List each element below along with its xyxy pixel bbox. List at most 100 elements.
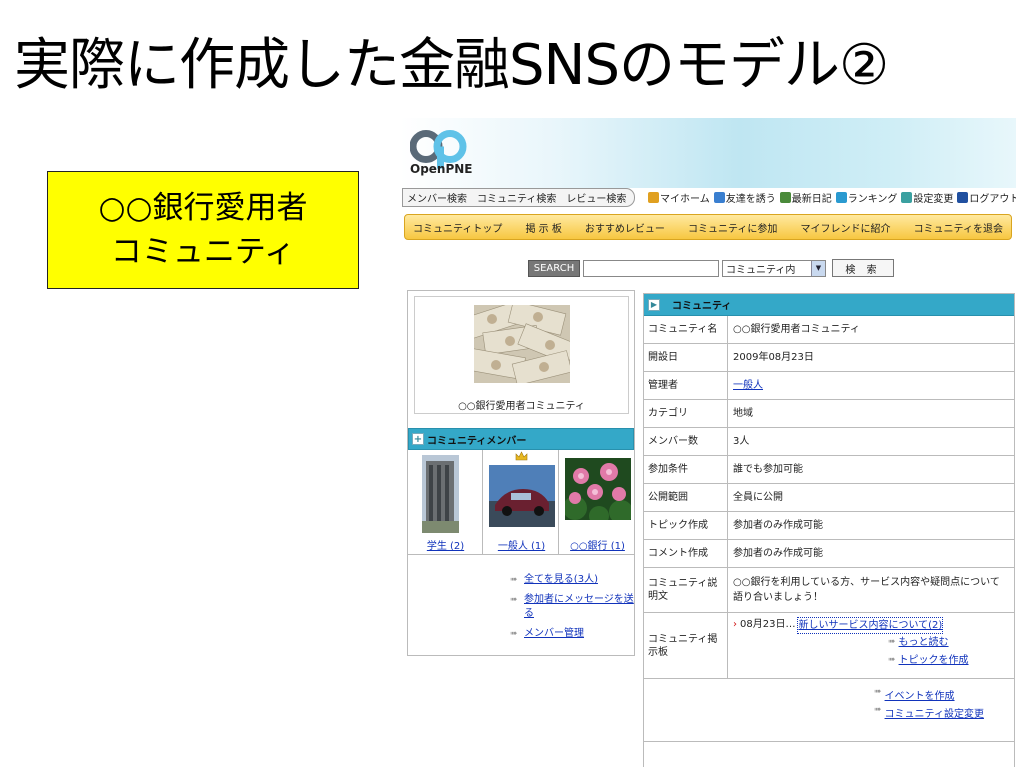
member-name-link[interactable]: 一般人 (1): [484, 537, 559, 552]
info-key: コメント作成: [644, 540, 728, 567]
info-key: トピック作成: [644, 512, 728, 539]
info-key: 公開範囲: [644, 484, 728, 511]
member-cell: 一般人 (1): [484, 450, 559, 555]
admin-link[interactable]: 一般人: [733, 378, 763, 393]
arrow-icon: ➠: [888, 655, 896, 665]
tab-community-search[interactable]: コミュニティ検索: [477, 190, 556, 205]
arrow-icon: ➠: [874, 705, 882, 715]
manage-members-link[interactable]: メンバー管理: [524, 627, 584, 641]
member-name-link[interactable]: ○○銀行 (1): [560, 537, 635, 552]
info-value: 参加者のみ作成可能: [733, 520, 823, 531]
create-topic-link[interactable]: トピックを作成: [899, 653, 969, 668]
top-navigation: メンバー検索 コミュニティ検索 レビュー検索 マイホーム 友達を誘う 最新日記 …: [400, 188, 1016, 208]
info-key: コミュニティ名: [644, 316, 728, 343]
arrow-icon: ➠: [510, 575, 518, 585]
message-members-link[interactable]: 参加者にメッセージを送る: [524, 593, 634, 621]
info-value: 2009年08月23日: [733, 352, 814, 363]
bbs-topic-link[interactable]: 新しいサービス内容について(2): [797, 617, 944, 634]
pencil-icon: [779, 192, 791, 203]
community-info-table: ▶ コミュニティ コミュニティ名 ○○銀行愛用者コミュニティ 開設日 2009年08…: [643, 293, 1015, 767]
info-row: メンバー数 3人: [644, 428, 1014, 456]
community-photo-caption: ○○銀行愛用者コミュニティ: [458, 401, 585, 412]
community-settings-link[interactable]: コミュニティ設定変更: [885, 705, 984, 720]
member-photo[interactable]: [489, 465, 555, 527]
read-more: ➠ もっと読む: [888, 635, 949, 650]
create-event: ➠ イベントを作成: [874, 687, 955, 702]
callout-line-2: コミュニティ: [110, 234, 296, 270]
info-key: コミュニティ説明文: [644, 568, 728, 612]
cmenu-introduce[interactable]: マイフレンドに紹介: [800, 220, 890, 235]
cmenu-bbs[interactable]: 掲 示 板: [525, 220, 561, 235]
members-header-label: コミュニティメンバー: [427, 435, 527, 447]
member-cell: ○○銀行 (1): [560, 450, 635, 555]
community-photo[interactable]: [474, 305, 570, 383]
members-header: + コミュニティメンバー: [408, 428, 634, 450]
logo-text: OpenPNE: [410, 162, 473, 176]
gear-icon: [901, 192, 913, 203]
info-row: 開設日 2009年08月23日: [644, 344, 1014, 372]
view-all-members-link[interactable]: 全てを見る(3人): [524, 573, 598, 587]
menu-my-home[interactable]: マイホーム: [648, 190, 710, 205]
search-tabs: メンバー検索 コミュニティ検索 レビュー検索: [402, 188, 636, 207]
info-row: 公開範囲 全員に公開: [644, 484, 1014, 512]
info-row: 管理者 一般人: [644, 372, 1014, 400]
callout-line-1: ○○銀行愛用者: [98, 190, 308, 226]
community-menu-bar: コミュニティトップ 掲 示 板 おすすめレビュー コミュニティに参加 マイフレン…: [404, 214, 1012, 240]
logout-icon: [957, 192, 969, 203]
arrow-icon: ➠: [874, 687, 882, 697]
bbs-cell: › 08月23日… 新しいサービス内容について(2) ➠ もっと読む ➠ トピックを…: [728, 613, 1014, 678]
community-side-panel: ○○銀行愛用者コミュニティ + コミュニティメンバー 学生 (2) 一般人 (1…: [407, 290, 635, 656]
create-event-link[interactable]: イベントを作成: [885, 687, 955, 702]
info-value: 全員に公開: [733, 492, 783, 503]
member-cell: 学生 (2): [408, 450, 483, 555]
search-scope-value: コミュニティ内: [726, 264, 796, 276]
member-photo[interactable]: [565, 458, 631, 520]
global-menu: マイホーム 友達を誘う 最新日記 ランキング 設定変更 ログアウト: [648, 188, 1016, 207]
home-icon: [648, 192, 659, 203]
info-header-label: コミュニティ: [672, 301, 732, 312]
info-key: メンバー数: [644, 428, 728, 455]
cmenu-join[interactable]: コミュニティに参加: [688, 220, 777, 235]
info-key: 開設日: [644, 344, 728, 371]
cmenu-leave[interactable]: コミュニティを退会: [914, 220, 1003, 235]
callout-box: ○○銀行愛用者 コミュニティ: [47, 171, 359, 289]
members-grid: 学生 (2) 一般人 (1) ○○銀行 (1): [408, 450, 634, 555]
info-value: ○○銀行愛用者コミュニティ: [733, 324, 860, 335]
menu-ranking[interactable]: ランキング: [835, 190, 897, 205]
search-input[interactable]: [583, 259, 719, 277]
read-more-link[interactable]: もっと読む: [899, 635, 949, 650]
member-photo[interactable]: [422, 455, 459, 533]
find-button[interactable]: 検 索: [832, 259, 894, 277]
chevron-down-icon: ▼: [811, 260, 825, 276]
search-button[interactable]: SEARCH: [528, 259, 580, 277]
create-topic: ➠ トピックを作成: [888, 653, 969, 668]
info-value: 3人: [733, 436, 750, 447]
info-key: 参加条件: [644, 456, 728, 483]
member-name-link[interactable]: 学生 (2): [408, 537, 483, 552]
bbs-date: 08月23日…: [740, 619, 796, 630]
crown-icon: [515, 451, 528, 461]
info-key: 管理者: [644, 372, 728, 399]
cmenu-community-top[interactable]: コミュニティトップ: [413, 220, 502, 235]
info-row: コメント作成 参加者のみ作成可能: [644, 540, 1014, 568]
tab-review-search[interactable]: レビュー検索: [566, 190, 626, 205]
site-banner: OpenPNE: [400, 118, 1016, 188]
menu-latest-diary[interactable]: 最新日記: [779, 190, 832, 205]
info-row-description: コミュニティ説明文 ○○銀行を利用している方、サービス内容や疑問点について語り合い…: [644, 568, 1014, 613]
info-row: カテゴリ 地域: [644, 400, 1014, 428]
search-scope-select[interactable]: コミュニティ内 ▼: [722, 259, 826, 277]
cmenu-recommended-reviews[interactable]: おすすめレビュー: [585, 220, 665, 235]
plus-icon: +: [412, 433, 424, 445]
invite-icon: [713, 192, 725, 203]
tab-member-search[interactable]: メンバー検索: [407, 190, 467, 205]
screenshot-openpne-community: OpenPNE メンバー検索 コミュニティ検索 レビュー検索 マイホーム 友達を…: [400, 118, 1016, 767]
info-key: カテゴリ: [644, 400, 728, 427]
menu-invite-friends[interactable]: 友達を誘う: [713, 190, 776, 205]
menu-logout[interactable]: ログアウト: [957, 190, 1016, 205]
ranking-icon: [835, 192, 847, 203]
info-row: トピック作成 参加者のみ作成可能: [644, 512, 1014, 540]
info-row: 参加条件 誰でも参加可能: [644, 456, 1014, 484]
menu-settings[interactable]: 設定変更: [901, 190, 953, 205]
info-row: コミュニティ名 ○○銀行愛用者コミュニティ: [644, 316, 1014, 344]
info-value: 参加者のみ作成可能: [733, 548, 823, 559]
